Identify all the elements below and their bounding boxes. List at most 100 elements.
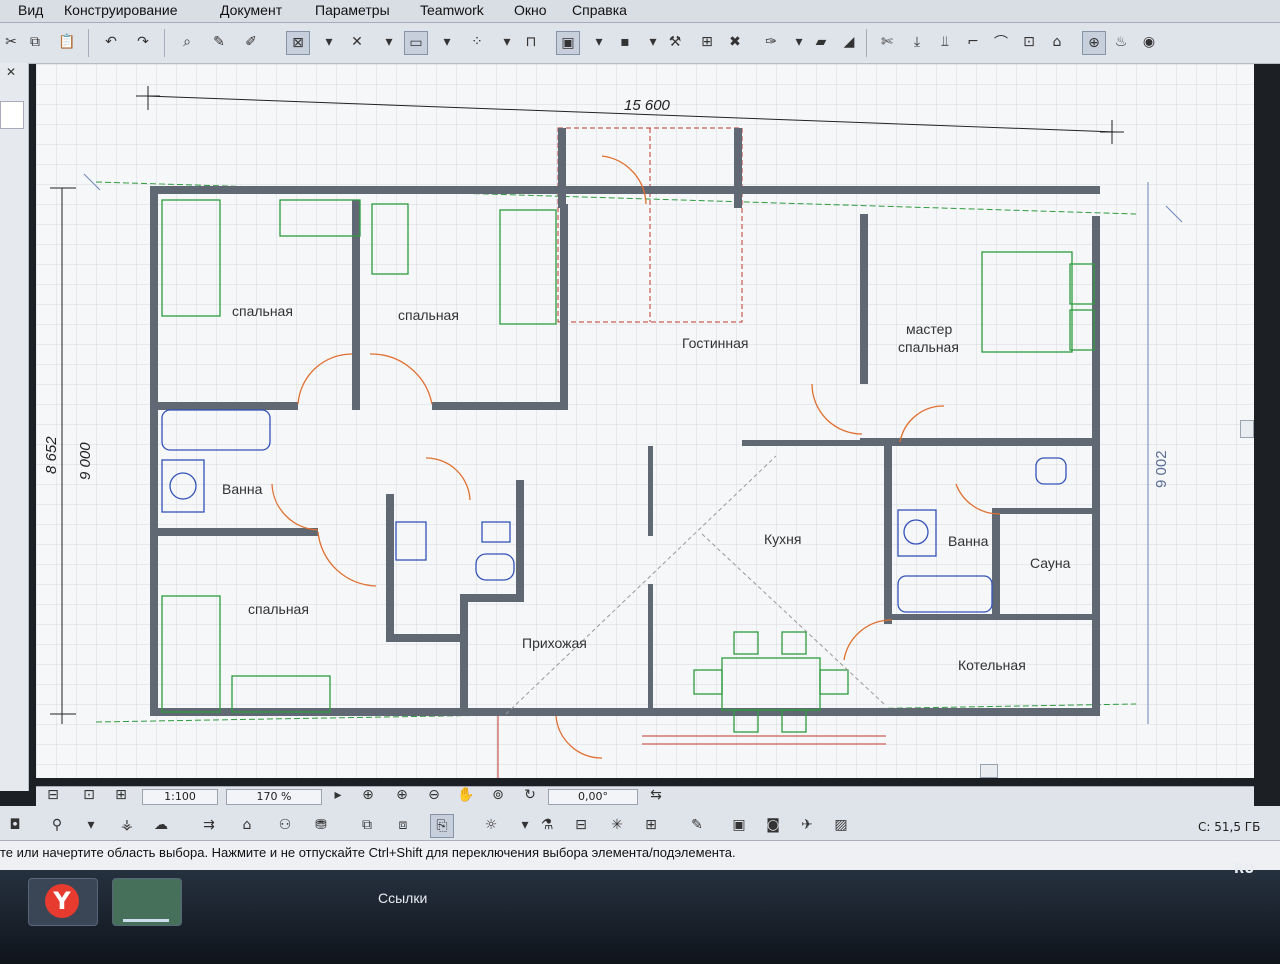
navigator-icon[interactable]: ⊟ [40, 787, 66, 803]
rotate-icon[interactable]: ↻ [520, 787, 540, 803]
dropdown-arrow-icon[interactable]: ▾ [378, 31, 400, 53]
view-icon[interactable]: ⊕ [1082, 31, 1106, 55]
room-label-hall: Прихожая [522, 635, 587, 651]
bag-icon[interactable]: ⛃ [310, 814, 332, 836]
split-icon[interactable]: ✄ [876, 31, 898, 53]
fit-all-icon[interactable]: ⊚ [488, 787, 508, 803]
camera-icon[interactable]: ◘ [4, 814, 26, 836]
marquee-icon[interactable]: ▭ [404, 31, 428, 55]
find-select-icon[interactable]: ⌕ [176, 31, 198, 53]
dropdown-arrow-icon[interactable]: ▾ [788, 31, 810, 53]
dropdown-arrow-icon[interactable]: ▾ [318, 31, 340, 53]
corner-icon[interactable]: ⌐ [962, 31, 984, 53]
pan-hand-icon[interactable]: ✋ [456, 787, 476, 803]
play-arrow-icon[interactable]: ▸ [330, 787, 346, 803]
menu-design[interactable]: Конструирование [64, 2, 178, 18]
dimension-icon[interactable]: ⊞ [696, 31, 718, 53]
3d-icon[interactable]: ⊞ [640, 814, 662, 836]
dropdown-arrow-icon[interactable]: ▾ [642, 31, 664, 53]
section-icon[interactable]: ⊟ [570, 814, 592, 836]
left-panel: ✕ [0, 63, 29, 791]
layer-icon[interactable]: ▣ [556, 31, 580, 55]
dropdown-arrow-icon[interactable]: ▾ [496, 31, 518, 53]
cross-icon[interactable]: ✖ [724, 31, 746, 53]
zoom-in-icon[interactable]: ⊕ [358, 787, 378, 803]
menu-bar: Вид Конструирование Документ Параметры T… [0, 0, 1280, 23]
dropdown-arrow-icon[interactable]: ▾ [514, 814, 536, 836]
trim-icon[interactable]: ✑ [760, 31, 782, 53]
person-icon[interactable]: ⚶ [116, 814, 138, 836]
undo-icon[interactable]: ↶ [100, 31, 122, 53]
vertical-scroll-thumb[interactable] [1240, 420, 1254, 438]
zoom-plus-icon[interactable]: ⊕ [392, 787, 412, 803]
menu-options[interactable]: Параметры [315, 2, 390, 18]
walk-icon[interactable]: ⚲ [46, 814, 68, 836]
room-label-bath-1: Ванна [222, 481, 263, 497]
menu-document[interactable]: Документ [220, 2, 282, 18]
guide-icon[interactable]: ✕ [346, 31, 368, 53]
horizontal-scroll-thumb[interactable] [980, 764, 998, 778]
measure-icon[interactable]: ⚒ [664, 31, 686, 53]
menu-teamwork[interactable]: Teamwork [420, 2, 484, 18]
menu-window[interactable]: Окно [514, 2, 547, 18]
paste-icon[interactable]: 📋 [56, 31, 78, 53]
archicad-app-icon[interactable] [112, 878, 182, 926]
snap-icon[interactable]: ⊠ [286, 31, 310, 55]
menu-help[interactable]: Справка [572, 2, 627, 18]
zoom-window-icon[interactable]: ⊡ [76, 787, 102, 803]
yandex-browser-icon[interactable]: Y [28, 878, 98, 926]
landscape-icon[interactable]: ▨ [830, 814, 852, 836]
zoom-out-icon[interactable]: ⊖ [424, 787, 444, 803]
copy-icon[interactable]: ⧉ [24, 31, 46, 53]
close-icon[interactable]: ✕ [6, 65, 16, 79]
photo-icon[interactable]: ◙ [762, 814, 784, 836]
drawing-canvas[interactable]: спальная спальная Гостинная мастер спаль… [36, 64, 1254, 778]
orientation-icon[interactable]: ⇆ [644, 787, 668, 803]
sun-icon[interactable]: ☼ [480, 814, 502, 836]
room-label-boiler: Котельная [958, 657, 1026, 673]
adjust-icon[interactable]: ⤓ [906, 31, 928, 53]
fill-icon[interactable]: ♨ [1110, 31, 1132, 53]
monitor-icon[interactable]: ▣ [728, 814, 750, 836]
home-icon[interactable]: ⌂ [236, 814, 258, 836]
filter-icon[interactable]: ⚗ [536, 814, 558, 836]
arrows-icon[interactable]: ⇉ [198, 814, 220, 836]
menu-view[interactable]: Вид [18, 2, 43, 18]
layers-icon[interactable]: ⧉ [356, 814, 378, 836]
elevate-icon[interactable]: ⊡ [1018, 31, 1040, 53]
redo-icon[interactable]: ↷ [132, 31, 154, 53]
zoom-field[interactable]: 170 % [226, 789, 322, 805]
layout-icon[interactable]: ⊓ [520, 31, 542, 53]
slab-icon[interactable]: ▰ [810, 31, 832, 53]
angle-field[interactable]: 0,00° [548, 789, 638, 805]
brush-icon[interactable]: ✎ [686, 814, 708, 836]
scale-field[interactable]: 1:100 [142, 789, 218, 805]
language-indicator[interactable]: RU [1234, 862, 1255, 877]
fly-icon[interactable]: ✈ [796, 814, 818, 836]
roof-icon[interactable]: ◢ [838, 31, 860, 53]
panel-field[interactable] [0, 101, 24, 129]
house-icon[interactable]: ⌂ [1046, 31, 1068, 53]
fit-icon[interactable]: ⊞ [108, 787, 134, 803]
dropdown-arrow-icon[interactable]: ▾ [80, 814, 102, 836]
group-icon[interactable]: ⚇ [274, 814, 296, 836]
grid-snap-icon[interactable]: ⁘ [466, 31, 488, 53]
room-label-master-2: спальная [898, 339, 959, 355]
target-icon[interactable]: ◉ [1138, 31, 1160, 53]
arc-icon[interactable]: ⌒ [990, 31, 1012, 53]
tag-icon[interactable]: ⧈ [392, 814, 414, 836]
cut-icon[interactable]: ✂ [0, 31, 22, 53]
yandex-logo-icon: Y [45, 884, 79, 918]
dropdown-arrow-icon[interactable]: ▾ [436, 31, 458, 53]
publish-icon[interactable]: ⎘ [430, 814, 454, 838]
eyedropper-icon[interactable]: ✎ [208, 31, 230, 53]
toolbar-separator [88, 29, 89, 57]
injection-icon[interactable]: ✐ [240, 31, 262, 53]
dropdown-arrow-icon[interactable]: ▾ [588, 31, 610, 53]
cloud-icon[interactable]: ☁ [150, 814, 172, 836]
pen-icon[interactable]: ▪ [614, 31, 636, 53]
explode-icon[interactable]: ✳ [606, 814, 628, 836]
dimension-top: 15 600 [624, 97, 671, 114]
taskbar-links[interactable]: Ссылки [378, 890, 427, 906]
offset-icon[interactable]: ⫫ [934, 31, 956, 53]
